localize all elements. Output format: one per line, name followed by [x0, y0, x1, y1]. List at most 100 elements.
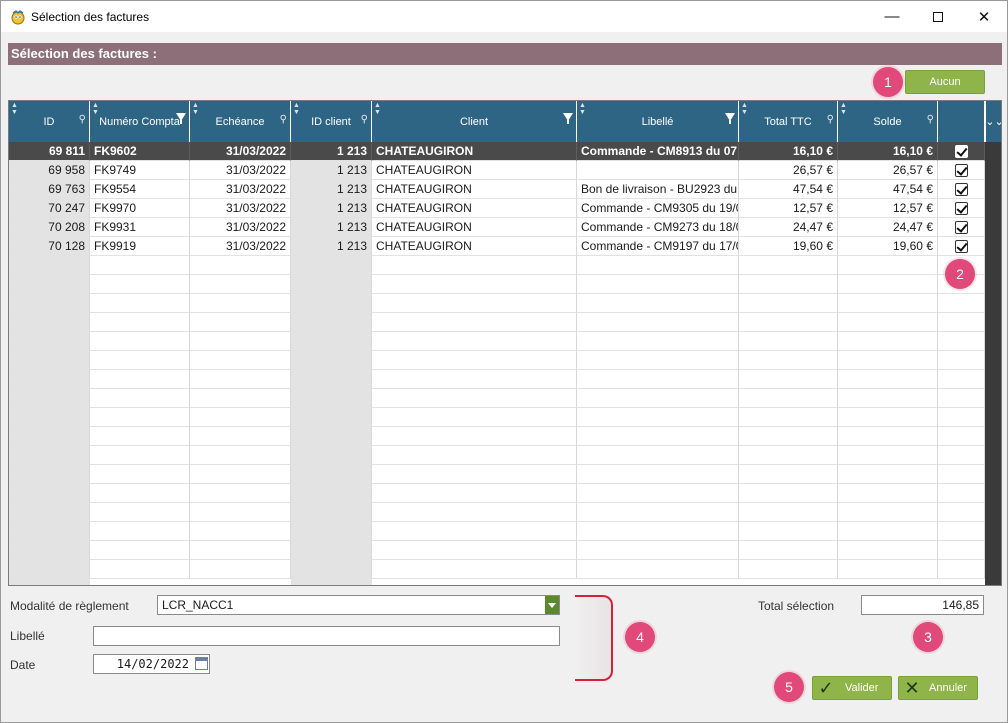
- form-group-bracket: [575, 595, 613, 681]
- close-button[interactable]: ✕: [961, 1, 1007, 32]
- table-row[interactable]: 70 247 FK9970 31/03/2022 1 213 CHATEAUGIRON C…: [9, 199, 985, 218]
- search-key-icon[interactable]: ⚲: [361, 114, 368, 125]
- cell-client: [372, 503, 577, 522]
- row-checkbox[interactable]: [955, 164, 968, 177]
- cell-id: [9, 522, 90, 541]
- sort-icon[interactable]: ▲ ▼: [192, 102, 199, 116]
- cell-echeance: [190, 522, 291, 541]
- sort-icon[interactable]: ▲ ▼: [92, 102, 99, 116]
- search-key-icon[interactable]: ⚲: [927, 114, 934, 125]
- table-row[interactable]: 69 811 FK9602 31/03/2022 1 213 CHATEAUGIRON C…: [9, 142, 985, 161]
- filter-icon[interactable]: [725, 113, 735, 124]
- cell-numero-compta: [90, 541, 190, 560]
- cell-id-client: [291, 427, 372, 446]
- empty-row: [9, 541, 985, 560]
- chevron-down-icon[interactable]: [545, 596, 559, 614]
- column-header-label: ID client: [311, 115, 351, 128]
- cell-libelle: Bon de livraison - BU2923 du: [577, 180, 739, 199]
- column-header-client[interactable]: ▲ ▼ Client: [372, 101, 577, 142]
- callout-badge-4: 4: [625, 622, 655, 652]
- column-header-solde[interactable]: ▲ ▼ Solde ⚲: [838, 101, 938, 142]
- cell-client: [372, 427, 577, 446]
- cell-libelle: [577, 446, 739, 465]
- cell-id-client: 1 213: [291, 237, 372, 256]
- sort-icon[interactable]: ▲ ▼: [11, 102, 18, 116]
- search-key-icon[interactable]: ⚲: [79, 114, 86, 125]
- cell-id: [9, 351, 90, 370]
- search-key-icon[interactable]: ⚲: [280, 114, 287, 125]
- column-header-total-ttc[interactable]: ▲ ▼ Total TTC ⚲: [739, 101, 838, 142]
- vertical-scrollbar[interactable]: [985, 142, 1001, 585]
- cell-libelle: Commande - CM9305 du 19/0: [577, 199, 739, 218]
- cell-id-client: [291, 446, 372, 465]
- annuler-button[interactable]: ✕ Annuler: [898, 676, 978, 700]
- row-checkbox[interactable]: [955, 221, 968, 234]
- valider-label: Valider: [845, 682, 879, 694]
- libelle-input[interactable]: [93, 626, 560, 646]
- empty-row: [9, 256, 985, 275]
- cell-echeance: [190, 313, 291, 332]
- table-row[interactable]: 70 128 FK9919 31/03/2022 1 213 CHATEAUGIRON C…: [9, 237, 985, 256]
- cell-id: 70 247: [9, 199, 90, 218]
- cell-echeance: [190, 408, 291, 427]
- row-checkbox[interactable]: [955, 240, 968, 253]
- column-header-libelle[interactable]: ▲ ▼ Libellé: [577, 101, 739, 142]
- table-row[interactable]: 69 958 FK9749 31/03/2022 1 213 CHATEAUGIRON 2…: [9, 161, 985, 180]
- cell-solde: [838, 351, 938, 370]
- sort-icon[interactable]: ▲ ▼: [840, 102, 847, 116]
- table-row[interactable]: 69 763 FK9554 31/03/2022 1 213 CHATEAUGIRON B…: [9, 180, 985, 199]
- cell-solde: [838, 294, 938, 313]
- filter-icon[interactable]: [563, 113, 573, 124]
- sort-icon[interactable]: ▲ ▼: [293, 102, 300, 116]
- cell-numero-compta: [90, 275, 190, 294]
- cell-id: [9, 541, 90, 560]
- sort-icon[interactable]: ▲ ▼: [374, 102, 381, 116]
- cell-numero-compta: FK9970: [90, 199, 190, 218]
- column-header-echeance[interactable]: ▲ ▼ Echéance ⚲: [190, 101, 291, 142]
- filter-icon[interactable]: [176, 113, 186, 124]
- aucun-button[interactable]: Aucun: [905, 70, 985, 94]
- cell-numero-compta: [90, 370, 190, 389]
- column-header-numero-compta[interactable]: ▲ ▼ Numéro Compta: [90, 101, 190, 142]
- grid-header: ▲ ▼ ID ⚲ ▲ ▼ Numéro Compta ▲ ▼ Echéance ⚲ ▲…: [9, 101, 1001, 142]
- cell-id-client: [291, 275, 372, 294]
- cell-selection: [938, 522, 985, 541]
- row-checkbox[interactable]: [955, 145, 968, 158]
- cancel-x-icon: ✕: [904, 677, 920, 698]
- row-checkbox[interactable]: [955, 183, 968, 196]
- grid-body: 69 811 FK9602 31/03/2022 1 213 CHATEAUGIRON C…: [9, 142, 1001, 585]
- empty-row: [9, 294, 985, 313]
- search-key-icon[interactable]: ⚲: [827, 114, 834, 125]
- total-selection-label: Total sélection: [758, 599, 835, 613]
- cell-numero-compta: FK9931: [90, 218, 190, 237]
- date-input[interactable]: 14/02/2022: [93, 654, 210, 674]
- empty-row: [9, 408, 985, 427]
- column-header-id-client[interactable]: ▲ ▼ ID client ⚲: [291, 101, 372, 142]
- maximize-button[interactable]: [915, 1, 961, 32]
- sort-icon[interactable]: ▲ ▼: [741, 102, 748, 116]
- minimize-button[interactable]: —: [869, 1, 915, 32]
- sort-icon[interactable]: ▲ ▼: [579, 102, 586, 116]
- cell-client: [372, 522, 577, 541]
- cell-total-ttc: [739, 294, 838, 313]
- valider-button[interactable]: ✓ Valider: [812, 676, 892, 700]
- cell-echeance: [190, 370, 291, 389]
- column-header-id[interactable]: ▲ ▼ ID ⚲: [9, 101, 90, 142]
- empty-row: [9, 313, 985, 332]
- cell-selection: [938, 161, 985, 180]
- row-checkbox[interactable]: [955, 202, 968, 215]
- cell-total-ttc: [739, 522, 838, 541]
- calendar-icon[interactable]: [195, 657, 208, 670]
- table-row[interactable]: 70 208 FK9931 31/03/2022 1 213 CHATEAUGIRON C…: [9, 218, 985, 237]
- empty-row: [9, 275, 985, 294]
- cell-id-client: [291, 294, 372, 313]
- cell-numero-compta: [90, 484, 190, 503]
- cell-numero-compta: FK9749: [90, 161, 190, 180]
- column-header-selection[interactable]: [938, 101, 985, 142]
- cell-total-ttc: [739, 560, 838, 579]
- modalite-select[interactable]: LCR_NACC1: [157, 595, 560, 615]
- cell-total-ttc: 24,47 €: [739, 218, 838, 237]
- chevron-double-down-icon[interactable]: ⌄⌄: [985, 101, 1001, 142]
- cell-libelle: [577, 389, 739, 408]
- cell-solde: [838, 313, 938, 332]
